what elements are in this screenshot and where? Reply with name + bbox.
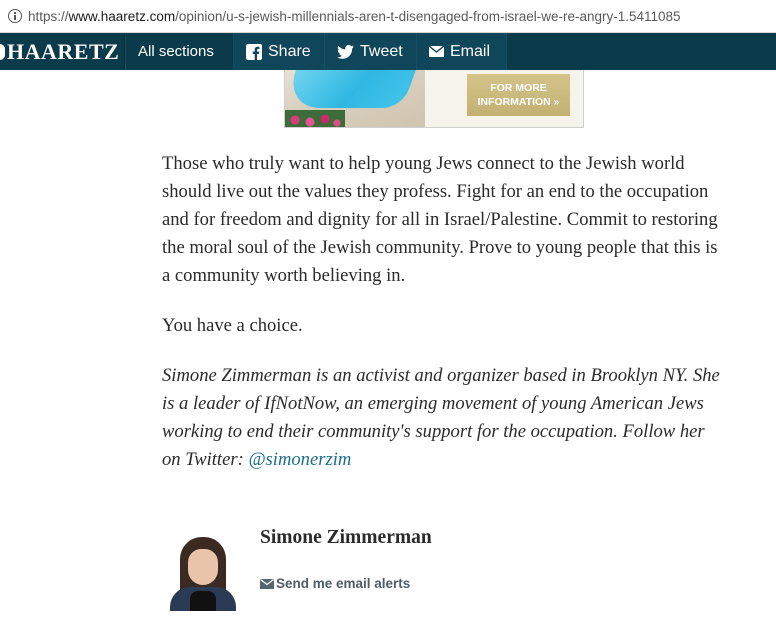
facebook-icon	[246, 43, 262, 60]
ad-flowers-shape	[285, 110, 345, 127]
url-path: /opinion/u-s-jewish-millennials-aren-t-d…	[175, 8, 681, 24]
logo-text: HAARETZ	[7, 38, 120, 64]
ad-banner[interactable]: FOR MORE INFORMATION »	[284, 70, 584, 128]
email-label: Email	[450, 42, 491, 60]
envelope-icon	[429, 46, 444, 57]
email-button[interactable]: Email	[416, 33, 507, 70]
all-sections-button[interactable]: All sections	[125, 33, 233, 70]
ad-pool-image	[285, 70, 425, 127]
share-label: Share	[268, 42, 311, 60]
avatar-shirt-shape	[190, 591, 216, 611]
site-nav-bar: HAARETZ All sections Share Tweet Email	[0, 33, 776, 70]
email-alerts-label: Send me email alerts	[276, 576, 411, 591]
avatar[interactable]	[166, 537, 239, 611]
email-alerts-button[interactable]: Send me email alerts	[260, 576, 410, 591]
twitter-handle-link[interactable]: @simonerzim	[248, 449, 351, 470]
ad-water-shape	[285, 70, 416, 108]
author-bio-text: Simone Zimmerman is an activist and orga…	[162, 365, 720, 470]
url-host: www.haaretz.com	[68, 8, 176, 24]
address-bar[interactable]: https://www.haaretz.com/opinion/u-s-jewi…	[0, 0, 776, 33]
article-paragraph: Those who truly want to help young Jews …	[162, 153, 718, 286]
ad-button-line2: INFORMATION »	[477, 96, 560, 108]
url-text[interactable]: https://www.haaretz.com/opinion/u-s-jewi…	[28, 9, 681, 24]
logo-mark-icon	[0, 43, 5, 60]
share-button[interactable]: Share	[233, 33, 324, 70]
url-prefix: https://	[28, 8, 69, 24]
ad-more-info-button[interactable]: FOR MORE INFORMATION »	[467, 74, 570, 116]
article-paragraph: You have a choice.	[162, 315, 303, 336]
article-body: Those who truly want to help young Jews …	[162, 150, 722, 496]
author-box: Simone Zimmerman Send me email alerts	[166, 527, 616, 613]
ad-button-line1: FOR MORE	[490, 82, 547, 94]
author-bio: Simone Zimmerman is an activist and orga…	[162, 362, 722, 474]
all-sections-label: All sections	[138, 43, 214, 60]
author-name[interactable]: Simone Zimmerman	[260, 527, 432, 549]
info-icon[interactable]	[8, 9, 22, 23]
twitter-icon	[337, 44, 354, 59]
tweet-button[interactable]: Tweet	[324, 33, 416, 70]
mail-icon	[260, 578, 274, 589]
avatar-face-shape	[188, 549, 218, 585]
tweet-label: Tweet	[360, 42, 403, 60]
haaretz-logo[interactable]: HAARETZ	[0, 33, 125, 70]
